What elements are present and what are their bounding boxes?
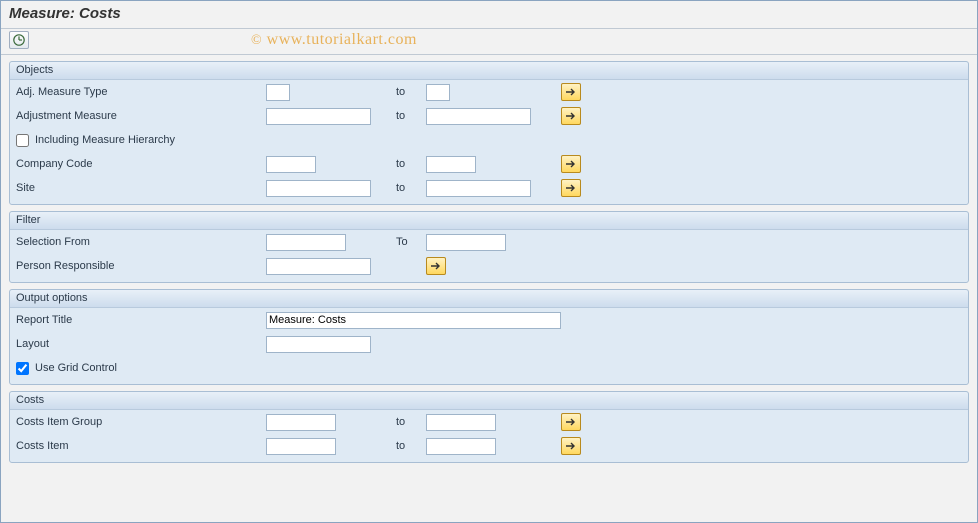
to-label: to <box>396 416 426 428</box>
site-label: Site <box>16 182 266 194</box>
row-use-grid: Use Grid Control <box>10 356 968 380</box>
toolbar: © www.tutorialkart.com <box>1 29 977 55</box>
person-responsible-multi-button[interactable] <box>426 257 446 275</box>
costs-item-group-label: Costs Item Group <box>16 416 266 428</box>
group-header-objects: Objects <box>10 62 968 80</box>
arrow-right-icon <box>565 111 577 121</box>
selection-to-input[interactable] <box>426 234 506 251</box>
to-label: to <box>396 86 426 98</box>
company-code-from[interactable] <box>266 156 316 173</box>
layout-input[interactable] <box>266 336 371 353</box>
group-output-options: Output options Report Title Layout Use G… <box>9 289 969 385</box>
row-site: Site to <box>10 176 968 200</box>
report-title-input[interactable] <box>266 312 561 329</box>
row-including-hierarchy: Including Measure Hierarchy <box>10 128 968 152</box>
including-hierarchy-checkbox[interactable] <box>16 134 29 147</box>
arrow-right-icon <box>565 159 577 169</box>
costs-item-from[interactable] <box>266 438 336 455</box>
person-responsible-label: Person Responsible <box>16 260 266 272</box>
row-adjustment-measure: Adjustment Measure to <box>10 104 968 128</box>
title-bar: Measure: Costs <box>1 1 977 29</box>
company-code-label: Company Code <box>16 158 266 170</box>
to-label: to <box>396 110 426 122</box>
adj-measure-type-multi-button[interactable] <box>561 83 581 101</box>
costs-item-group-multi-button[interactable] <box>561 413 581 431</box>
costs-item-to[interactable] <box>426 438 496 455</box>
arrow-right-icon <box>565 417 577 427</box>
adjustment-measure-label: Adjustment Measure <box>16 110 266 122</box>
arrow-right-icon <box>565 441 577 451</box>
report-title-label: Report Title <box>16 314 266 326</box>
row-person-responsible: Person Responsible <box>10 254 968 278</box>
costs-item-label: Costs Item <box>16 440 266 452</box>
row-adj-measure-type: Adj. Measure Type to <box>10 80 968 104</box>
group-costs: Costs Costs Item Group to Costs Item to <box>9 391 969 463</box>
row-report-title: Report Title <box>10 308 968 332</box>
to-label: to <box>396 440 426 452</box>
company-code-multi-button[interactable] <box>561 155 581 173</box>
group-filter: Filter Selection From To Person Responsi… <box>9 211 969 283</box>
company-code-to[interactable] <box>426 156 476 173</box>
site-multi-button[interactable] <box>561 179 581 197</box>
to-label: To <box>396 236 426 248</box>
use-grid-checkbox[interactable] <box>16 362 29 375</box>
watermark: © www.tutorialkart.com <box>251 31 417 49</box>
group-header-costs: Costs <box>10 392 968 410</box>
row-layout: Layout <box>10 332 968 356</box>
arrow-right-icon <box>565 87 577 97</box>
to-label: to <box>396 182 426 194</box>
row-costs-item: Costs Item to <box>10 434 968 458</box>
costs-item-group-from[interactable] <box>266 414 336 431</box>
row-costs-item-group: Costs Item Group to <box>10 410 968 434</box>
use-grid-label: Use Grid Control <box>35 362 117 374</box>
row-company-code: Company Code to <box>10 152 968 176</box>
adj-measure-type-from[interactable] <box>266 84 290 101</box>
group-header-filter: Filter <box>10 212 968 230</box>
selection-from-input[interactable] <box>266 234 346 251</box>
adjustment-measure-multi-button[interactable] <box>561 107 581 125</box>
arrow-right-icon <box>430 261 442 271</box>
selection-from-label: Selection From <box>16 236 266 248</box>
layout-label: Layout <box>16 338 266 350</box>
site-from[interactable] <box>266 180 371 197</box>
group-objects: Objects Adj. Measure Type to Adjustment … <box>9 61 969 205</box>
adj-measure-type-label: Adj. Measure Type <box>16 86 266 98</box>
costs-item-multi-button[interactable] <box>561 437 581 455</box>
execute-button[interactable] <box>9 31 29 49</box>
including-hierarchy-label: Including Measure Hierarchy <box>35 134 175 146</box>
adjustment-measure-from[interactable] <box>266 108 371 125</box>
adjustment-measure-to[interactable] <box>426 108 531 125</box>
person-responsible-input[interactable] <box>266 258 371 275</box>
adj-measure-type-to[interactable] <box>426 84 450 101</box>
page-title: Measure: Costs <box>9 5 969 22</box>
costs-item-group-to[interactable] <box>426 414 496 431</box>
to-label: to <box>396 158 426 170</box>
group-header-output: Output options <box>10 290 968 308</box>
content-area: Objects Adj. Measure Type to Adjustment … <box>1 55 977 475</box>
row-selection-from: Selection From To <box>10 230 968 254</box>
clock-execute-icon <box>12 33 26 47</box>
arrow-right-icon <box>565 183 577 193</box>
site-to[interactable] <box>426 180 531 197</box>
